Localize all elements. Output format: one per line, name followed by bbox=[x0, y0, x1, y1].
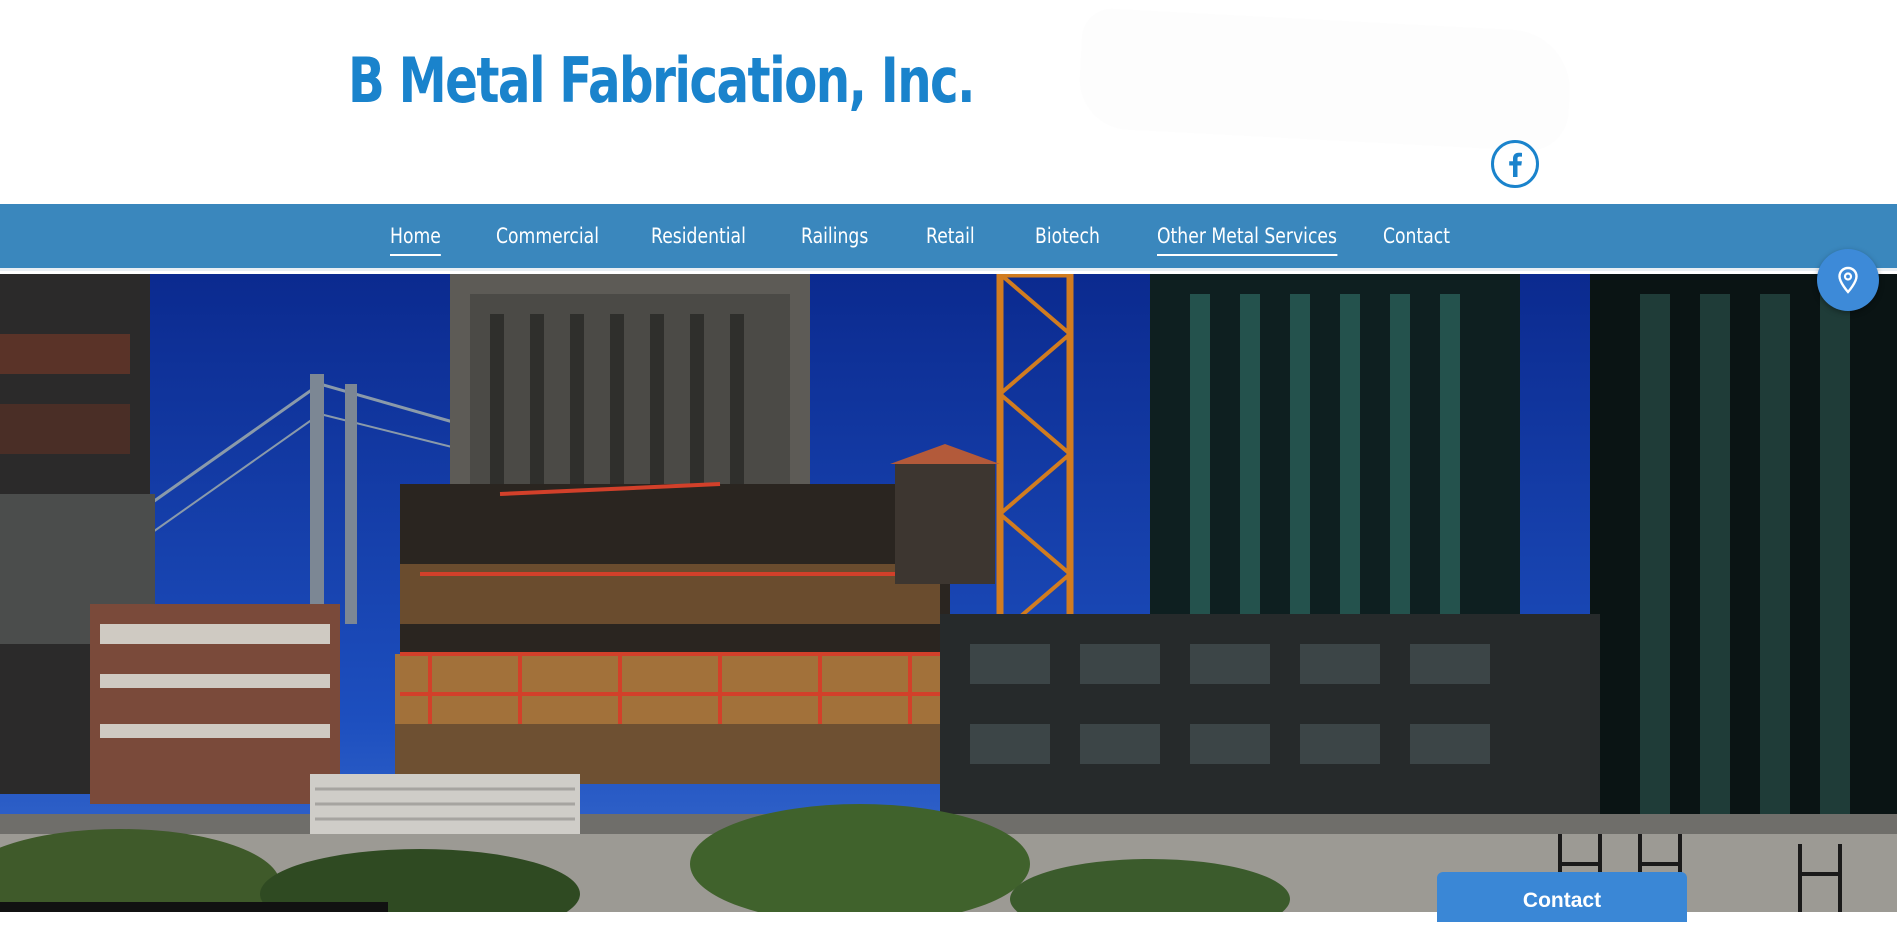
facebook-icon[interactable] bbox=[1491, 140, 1539, 188]
main-nav: Home Commercial Residential Railings Ret… bbox=[0, 204, 1897, 271]
map-pin-button[interactable] bbox=[1817, 249, 1879, 311]
nav-item-other-metal-services[interactable]: Other Metal Services bbox=[1157, 224, 1338, 256]
site-title[interactable]: B Metal Fabrication, Inc. bbox=[348, 44, 976, 117]
header-decoration bbox=[1077, 7, 1573, 153]
construction-site-photo bbox=[0, 274, 1897, 912]
map-pin-icon bbox=[1838, 266, 1858, 294]
contact-button[interactable]: Contact bbox=[1437, 872, 1687, 922]
nav-item-railings[interactable]: Railings bbox=[801, 224, 868, 254]
nav-item-retail[interactable]: Retail bbox=[926, 224, 975, 254]
nav-item-home[interactable]: Home bbox=[390, 224, 441, 256]
hero-image bbox=[0, 274, 1897, 912]
status-bar bbox=[0, 902, 388, 912]
nav-item-biotech[interactable]: Biotech bbox=[1035, 224, 1100, 254]
nav-item-residential[interactable]: Residential bbox=[651, 224, 746, 254]
nav-item-contact[interactable]: Contact bbox=[1383, 224, 1450, 254]
nav-item-commercial[interactable]: Commercial bbox=[496, 224, 599, 254]
site-header: B Metal Fabrication, Inc. bbox=[0, 0, 1897, 204]
